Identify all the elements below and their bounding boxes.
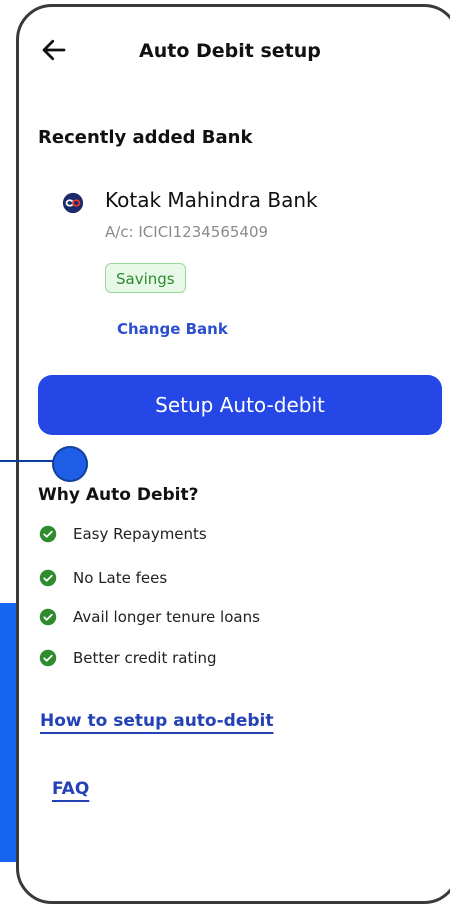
setup-auto-debit-button[interactable]: Setup Auto-debit <box>38 375 442 435</box>
benefit-label: No Late fees <box>73 569 168 587</box>
header: Auto Debit setup <box>19 7 450 97</box>
benefit-label: Avail longer tenure loans <box>73 608 260 626</box>
bank-name: Kotak Mahindra Bank <box>105 188 318 212</box>
why-auto-debit-title: Why Auto Debit? <box>38 485 199 505</box>
check-circle-icon <box>39 649 57 667</box>
benefit-label: Better credit rating <box>73 649 217 667</box>
check-circle-icon <box>39 569 57 587</box>
arrow-left-icon[interactable] <box>39 35 69 65</box>
check-circle-icon <box>39 608 57 626</box>
benefit-item: Avail longer tenure loans <box>39 605 260 629</box>
benefit-item: No Late fees <box>39 566 167 590</box>
faq-link[interactable]: FAQ <box>52 779 89 799</box>
how-to-setup-link[interactable]: How to setup auto-debit <box>40 711 273 731</box>
recent-bank-title: Recently added Bank <box>38 127 253 148</box>
benefit-item: Better credit rating <box>39 646 217 670</box>
check-circle-icon <box>39 525 57 543</box>
annotation-dot <box>52 446 88 482</box>
change-bank-link[interactable]: Change Bank <box>117 320 228 338</box>
benefit-label: Easy Repayments <box>73 525 207 543</box>
benefit-item: Easy Repayments <box>39 522 207 546</box>
account-type-badge: Savings <box>105 263 186 293</box>
kotak-logo-icon <box>62 192 84 214</box>
page-title: Auto Debit setup <box>139 40 321 62</box>
account-number: A/c: ICICI1234565409 <box>105 223 269 241</box>
